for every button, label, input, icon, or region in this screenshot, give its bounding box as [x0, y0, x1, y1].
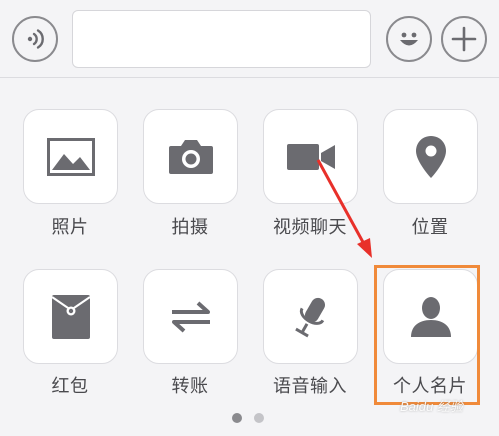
page-dot-1[interactable] [232, 413, 242, 423]
transfer-label: 转账 [171, 376, 209, 397]
camera-label: 拍摄 [171, 217, 209, 238]
emoji-button[interactable] [386, 16, 432, 62]
camera-button[interactable] [143, 109, 238, 204]
location-icon [415, 135, 446, 178]
video-chat-button[interactable] [263, 109, 358, 204]
photo-label: 照片 [51, 217, 89, 238]
photo-button[interactable] [23, 109, 118, 204]
video-icon [286, 143, 335, 170]
photo-icon [46, 137, 95, 176]
contact-card-button[interactable] [383, 269, 478, 364]
page-dot-2[interactable] [254, 413, 264, 423]
red-packet-icon [50, 294, 91, 339]
chat-input-bar [0, 0, 499, 78]
voice-input-label: 语音输入 [273, 376, 347, 397]
watermark: Baidu 经验 [400, 399, 463, 414]
contact-card-icon [410, 296, 451, 337]
voice-icon [27, 29, 44, 49]
transfer-icon [171, 301, 210, 332]
page-indicator [232, 413, 264, 423]
emoji-icon [400, 32, 418, 46]
transfer-button[interactable] [143, 269, 238, 364]
red-packet-label: 红包 [51, 376, 89, 397]
contact-card-label: 个人名片 [393, 376, 467, 397]
location-label: 位置 [411, 217, 449, 238]
microphone-icon [294, 297, 325, 337]
voice-input-button[interactable] [263, 269, 358, 364]
video-chat-label: 视频聊天 [273, 217, 347, 238]
red-packet-button[interactable] [23, 269, 118, 364]
more-button[interactable] [441, 16, 487, 62]
function-panel: 照片 拍摄 视频聊天 位置 红包 转账 语音输入 个人名片 [0, 79, 499, 436]
location-button[interactable] [383, 109, 478, 204]
message-input[interactable] [72, 10, 371, 68]
plus-icon [451, 26, 477, 52]
camera-icon [168, 139, 213, 174]
voice-button[interactable] [12, 16, 58, 62]
